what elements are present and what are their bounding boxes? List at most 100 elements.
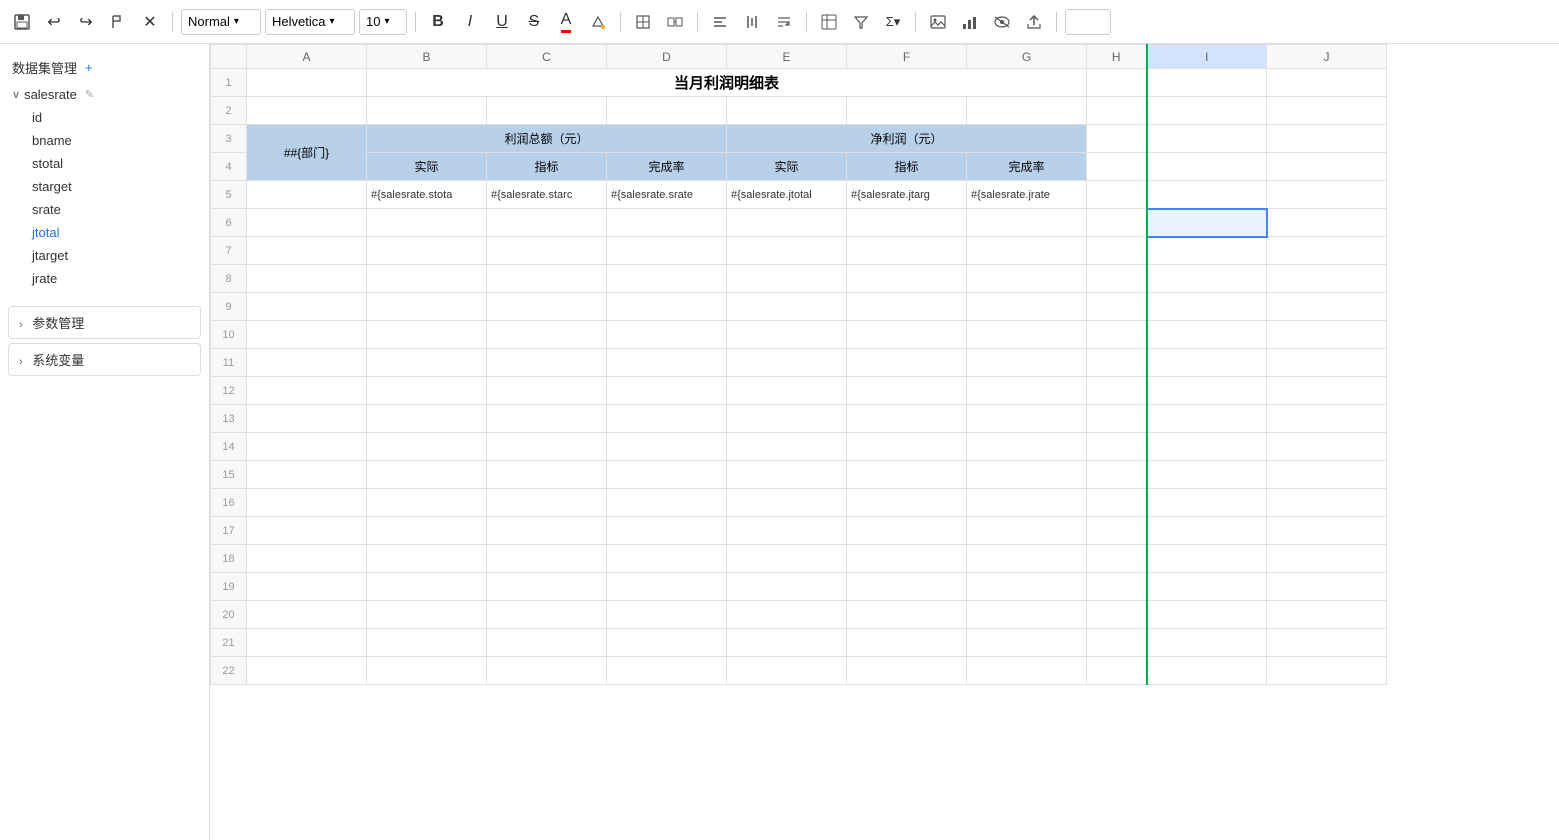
formula-button[interactable]: Σ▾ [879, 8, 907, 36]
cell-g5[interactable]: #{salesrate.jrate [967, 181, 1087, 209]
size-select[interactable]: 10 ▾ [359, 9, 407, 35]
params-section[interactable]: › 参数管理 [8, 306, 201, 339]
separator-2 [415, 12, 416, 32]
field-bname[interactable]: bname [0, 129, 209, 152]
field-jrate[interactable]: jrate [0, 267, 209, 290]
spreadsheet[interactable]: A B C D E F G H I J 1 当月利润明细表 [210, 44, 1559, 840]
add-dataset-button[interactable]: + [85, 60, 93, 75]
col-e-header[interactable]: E [727, 45, 847, 69]
image-button[interactable] [924, 8, 952, 36]
cell-f5[interactable]: #{salesrate.jtarg [847, 181, 967, 209]
merge-button[interactable] [661, 8, 689, 36]
cell-j5[interactable] [1267, 181, 1387, 209]
cell-j2[interactable] [1267, 97, 1387, 125]
col-f-header[interactable]: F [847, 45, 967, 69]
filter-button[interactable] [847, 8, 875, 36]
fontcolor-button[interactable]: A [552, 8, 580, 36]
redo-button[interactable]: ↪ [72, 8, 100, 36]
cell-b2[interactable] [367, 97, 487, 125]
save-button[interactable] [8, 8, 36, 36]
cell-a2[interactable] [247, 97, 367, 125]
zoom-input[interactable]: 700 [1065, 9, 1111, 35]
cell-b3-lrzl[interactable]: 利润总额（元） [367, 125, 727, 153]
hide-button[interactable] [988, 8, 1016, 36]
cell-e4[interactable]: 实际 [727, 153, 847, 181]
field-jtarget[interactable]: jtarget [0, 244, 209, 267]
bold-button[interactable]: B [424, 8, 452, 36]
cell-c2[interactable] [487, 97, 607, 125]
cell-d5[interactable]: #{salesrate.srate [607, 181, 727, 209]
sysvars-section[interactable]: › 系统变量 [8, 343, 201, 376]
cell-h1[interactable] [1087, 69, 1147, 97]
cell-g4[interactable]: 完成率 [967, 153, 1087, 181]
halign-button[interactable] [706, 8, 734, 36]
strikethrough-button[interactable]: S [520, 8, 548, 36]
row-12: 12 [211, 377, 1387, 405]
row-16: 16 [211, 489, 1387, 517]
cell-d4[interactable]: 完成率 [607, 153, 727, 181]
cell-e2[interactable] [727, 97, 847, 125]
cell-j1[interactable] [1267, 69, 1387, 97]
col-a-header[interactable]: A [247, 45, 367, 69]
undo-button[interactable]: ↩ [40, 8, 68, 36]
cell-i5[interactable] [1147, 181, 1267, 209]
chart-button[interactable] [956, 8, 984, 36]
col-c-header[interactable]: C [487, 45, 607, 69]
cell-j3[interactable] [1267, 125, 1387, 153]
cell-b4[interactable]: 实际 [367, 153, 487, 181]
cell-h4[interactable] [1087, 153, 1147, 181]
font-chevron-icon: ▾ [329, 16, 334, 27]
cell-g2[interactable] [967, 97, 1087, 125]
cell-a5[interactable] [247, 181, 367, 209]
cell-b5[interactable]: #{salesrate.stota [367, 181, 487, 209]
dataset-edit-icon[interactable]: ✎ [85, 88, 94, 101]
cell-i1[interactable] [1147, 69, 1267, 97]
cell-c5[interactable]: #{salesrate.starc [487, 181, 607, 209]
fillcolor-button[interactable] [584, 8, 612, 36]
style-select[interactable]: Normal ▾ [181, 9, 261, 35]
italic-button[interactable]: I [456, 8, 484, 36]
valign-button[interactable] [738, 8, 766, 36]
field-starget[interactable]: starget [0, 175, 209, 198]
col-d-header[interactable]: D [607, 45, 727, 69]
cell-i2[interactable] [1147, 97, 1267, 125]
col-h-header[interactable]: H [1087, 45, 1147, 69]
cell-a1[interactable] [247, 69, 367, 97]
field-stotal[interactable]: stotal [0, 152, 209, 175]
col-g-header[interactable]: G [967, 45, 1087, 69]
border-button[interactable] [629, 8, 657, 36]
cell-h5[interactable] [1087, 181, 1147, 209]
cell-b1-title[interactable]: 当月利润明细表 [367, 69, 1087, 97]
cell-e3-jlr[interactable]: 净利润（元） [727, 125, 1087, 153]
col-b-header[interactable]: B [367, 45, 487, 69]
row-22: 22 [211, 657, 1387, 685]
cell-a3-dept[interactable]: ##{部门} [247, 125, 367, 181]
selected-cell-i6[interactable] [1147, 209, 1267, 237]
cell-c4[interactable]: 指标 [487, 153, 607, 181]
cell-f4[interactable]: 指标 [847, 153, 967, 181]
underline-button[interactable]: U [488, 8, 516, 36]
col-j-header[interactable]: J [1267, 45, 1387, 69]
clear-button[interactable]: ✕ [136, 8, 164, 36]
field-id[interactable]: id [0, 106, 209, 129]
field-jtotal[interactable]: jtotal [0, 221, 209, 244]
cell-i3[interactable] [1147, 125, 1267, 153]
cell-f2[interactable] [847, 97, 967, 125]
cell-e5[interactable]: #{salesrate.jtotal [727, 181, 847, 209]
freeze-button[interactable] [815, 8, 843, 36]
cell-j4[interactable] [1267, 153, 1387, 181]
flag-button[interactable] [104, 8, 132, 36]
dataset-chevron-icon[interactable]: ∨ [12, 88, 20, 101]
row-8: 8 [211, 265, 1387, 293]
share-button[interactable] [1020, 8, 1048, 36]
cell-h3[interactable] [1087, 125, 1147, 153]
font-select[interactable]: Helvetica ▾ [265, 9, 355, 35]
cell-i4[interactable] [1147, 153, 1267, 181]
col-i-header[interactable]: I [1147, 45, 1267, 69]
row-14: 14 [211, 433, 1387, 461]
field-srate[interactable]: srate [0, 198, 209, 221]
wrap-button[interactable] [770, 8, 798, 36]
cell-h2[interactable] [1087, 97, 1147, 125]
cell-d2[interactable] [607, 97, 727, 125]
sidebar: 数据集管理 + ∨ salesrate ✎ id bname stotal st… [0, 44, 210, 840]
